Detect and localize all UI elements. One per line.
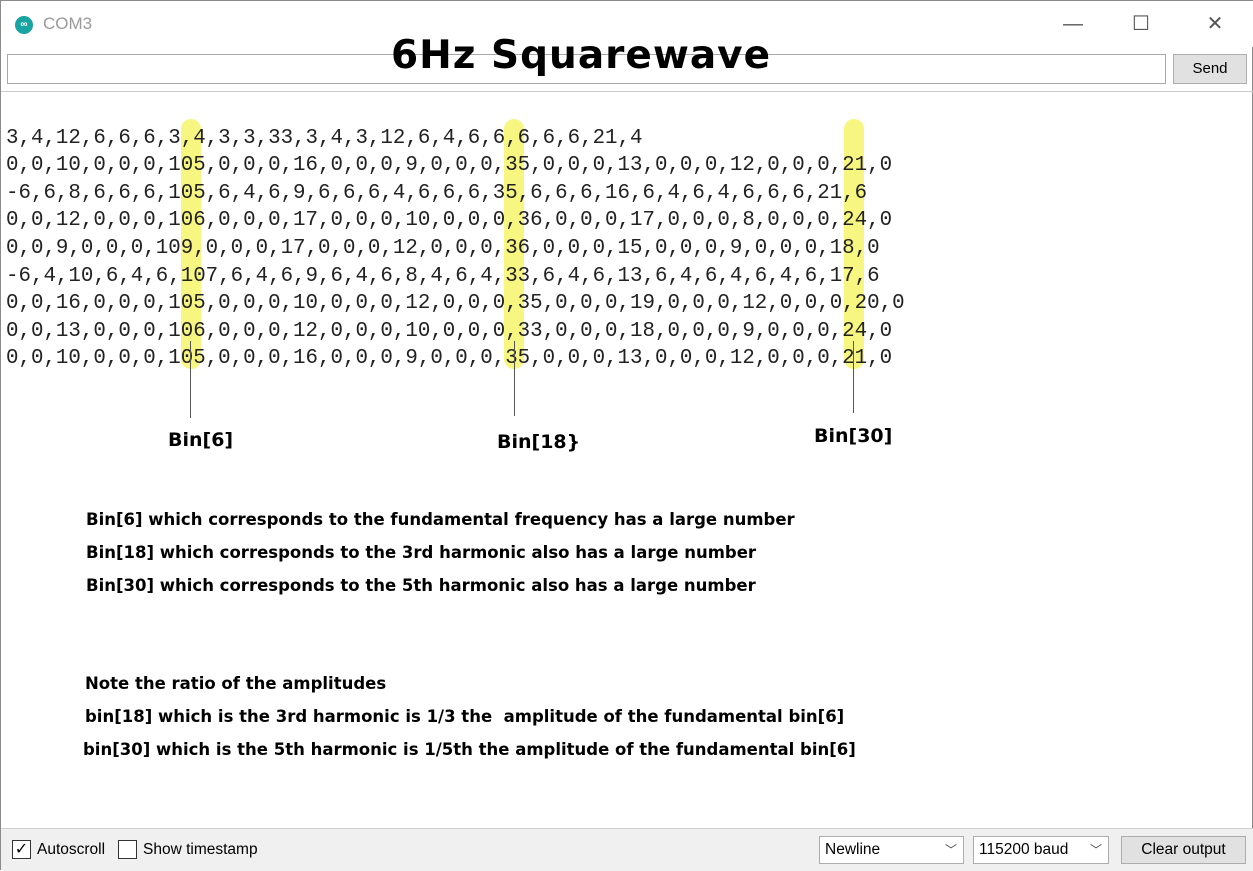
output-line: -6,6,8,6,6,6,105,6,4,6,9,6,6,6,4,6,6,6,3… <box>6 181 868 205</box>
baud-value: 115200 baud <box>979 841 1069 858</box>
minimize-icon[interactable]: — <box>1053 9 1093 39</box>
line-ending-select[interactable]: Newline ﹀ <box>819 836 964 864</box>
annotation-title: 6Hz Squarewave <box>391 33 772 78</box>
window-title: COM3 <box>43 14 93 33</box>
arduino-icon: ∞ <box>15 16 33 34</box>
bin-label: Bin[6] <box>168 429 234 451</box>
send-button[interactable]: Send <box>1173 54 1247 84</box>
bottom-bar: ✓ Autoscroll Show timestamp Newline ﹀ 115… <box>1 828 1253 871</box>
output-line: 0,0,9,0,0,0,109,0,0,0,17,0,0,0,12,0,0,0,… <box>6 236 880 260</box>
line-ending-value: Newline <box>825 841 881 858</box>
annotation-note: bin[18] which is the 3rd harmonic is 1/3… <box>85 707 845 726</box>
bin-label: Bin[30] <box>814 425 893 447</box>
chevron-down-icon: ﹀ <box>944 843 957 857</box>
baud-select[interactable]: 115200 baud ﹀ <box>973 836 1109 864</box>
timestamp-label: Show timestamp <box>143 841 258 858</box>
output-line: -6,4,10,6,4,6,107,6,4,6,9,6,4,6,8,4,6,4,… <box>6 264 880 288</box>
output-line: 0,0,10,0,0,0,105,0,0,0,16,0,0,0,9,0,0,0,… <box>6 154 893 178</box>
pointer-line <box>514 341 515 416</box>
pointer-line <box>853 341 854 413</box>
annotation-note: Bin[6] which corresponds to the fundamen… <box>86 510 795 529</box>
pointer-line <box>190 341 191 418</box>
output-lines: 3,4,12,6,6,6,3,4,3,3,33,3,4,3,12,6,4,6,6… <box>6 97 905 401</box>
maximize-icon[interactable]: ☐ <box>1121 9 1161 39</box>
bin-label: Bin[18} <box>497 431 581 453</box>
output-line: 0,0,10,0,0,0,105,0,0,0,16,0,0,0,9,0,0,0,… <box>6 347 893 371</box>
close-icon[interactable]: ✕ <box>1195 9 1235 39</box>
output-line: 0,0,13,0,0,0,106,0,0,0,12,0,0,0,10,0,0,0… <box>6 319 893 343</box>
timestamp-checkbox[interactable] <box>118 840 137 859</box>
autoscroll-checkbox[interactable]: ✓ <box>12 840 31 859</box>
clear-output-button[interactable]: Clear output <box>1121 836 1246 864</box>
output-line: 3,4,12,6,6,6,3,4,3,3,33,3,4,3,12,6,4,6,6… <box>6 126 643 150</box>
autoscroll-label: Autoscroll <box>37 841 106 858</box>
annotation-note: Bin[30] which corresponds to the 5th har… <box>86 576 756 595</box>
annotation-note: Bin[18] which corresponds to the 3rd har… <box>86 543 757 562</box>
output-line: 0,0,16,0,0,0,105,0,0,0,10,0,0,0,12,0,0,0… <box>6 292 905 316</box>
annotation-note: Note the ratio of the amplitudes <box>85 674 387 693</box>
annotation-note: bin[30] which is the 5th harmonic is 1/5… <box>83 740 856 759</box>
output-line: 0,0,12,0,0,0,106,0,0,0,17,0,0,0,10,0,0,0… <box>6 209 893 233</box>
chevron-down-icon: ﹀ <box>1089 843 1102 857</box>
